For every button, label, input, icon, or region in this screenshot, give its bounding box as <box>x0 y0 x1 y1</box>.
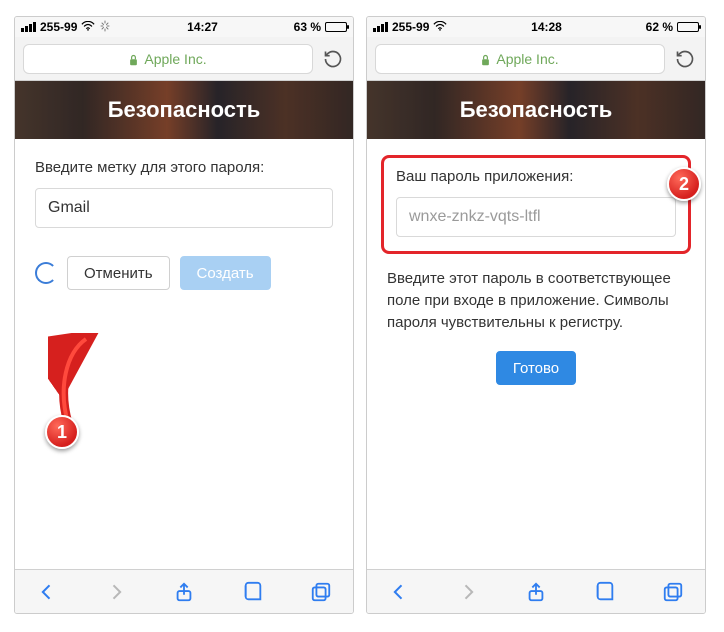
battery-pct: 63 % <box>294 20 321 34</box>
done-button[interactable]: Готово <box>496 351 576 385</box>
callout-badge-1: 1 <box>45 415 79 449</box>
create-button[interactable]: Создать <box>180 256 271 290</box>
instructions-text: Введите этот пароль в соответствующее по… <box>387 268 685 333</box>
reload-button[interactable] <box>673 47 697 71</box>
address-field[interactable]: Apple Inc. <box>23 44 313 74</box>
safari-toolbar <box>15 569 353 613</box>
wifi-icon <box>81 20 95 34</box>
carrier-label: 255-99 <box>40 20 77 34</box>
battery-icon <box>325 22 347 32</box>
carrier-label: 255-99 <box>392 20 429 34</box>
share-button[interactable] <box>522 578 550 606</box>
battery-pct: 62 % <box>646 20 673 34</box>
status-bar: 255-99 14:27 63 % <box>15 17 353 37</box>
battery-icon <box>677 22 699 32</box>
status-bar: 255-99 14:28 62 % <box>367 17 705 37</box>
hero-banner: Безопасность <box>367 81 705 139</box>
page-content: Безопасность Ваш пароль приложения: Введ… <box>367 81 705 569</box>
app-password-field[interactable] <box>396 197 676 237</box>
result-label: Ваш пароль приложения: <box>396 168 676 185</box>
reload-button[interactable] <box>321 47 345 71</box>
forward-button[interactable] <box>454 578 482 606</box>
highlighted-region: Ваш пароль приложения: <box>381 155 691 254</box>
page-title: Безопасность <box>460 97 613 123</box>
bookmarks-button[interactable] <box>239 578 267 606</box>
url-bar: Apple Inc. <box>367 37 705 81</box>
page-content: Безопасность Введите метку для этого пар… <box>15 81 353 569</box>
back-button[interactable] <box>33 578 61 606</box>
safari-toolbar <box>367 569 705 613</box>
clock: 14:27 <box>187 20 218 34</box>
url-bar: Apple Inc. <box>15 37 353 81</box>
loading-spinner-icon <box>35 262 57 284</box>
back-button[interactable] <box>385 578 413 606</box>
url-host: Apple Inc. <box>144 51 206 67</box>
phone-right: 255-99 14:28 62 % Apple Inc. <box>366 16 706 614</box>
clock: 14:28 <box>531 20 562 34</box>
tabs-button[interactable] <box>659 578 687 606</box>
share-button[interactable] <box>170 578 198 606</box>
password-label-input[interactable] <box>35 188 333 228</box>
lock-icon <box>129 53 138 65</box>
tabs-button[interactable] <box>307 578 335 606</box>
url-host: Apple Inc. <box>496 51 558 67</box>
phone-left: 255-99 14:27 63 % Apple Inc. <box>14 16 354 614</box>
hero-banner: Безопасность <box>15 81 353 139</box>
lock-icon <box>481 53 490 65</box>
forward-button[interactable] <box>102 578 130 606</box>
page-title: Безопасность <box>108 97 261 123</box>
wifi-icon <box>433 20 447 34</box>
cancel-button[interactable]: Отменить <box>67 256 170 290</box>
address-field[interactable]: Apple Inc. <box>375 44 665 74</box>
callout-badge-2: 2 <box>667 167 701 201</box>
signal-icon <box>21 22 36 32</box>
signal-icon <box>373 22 388 32</box>
input-label: Введите метку для этого пароля: <box>35 159 333 176</box>
loading-indicator-icon <box>99 20 111 35</box>
bookmarks-button[interactable] <box>591 578 619 606</box>
